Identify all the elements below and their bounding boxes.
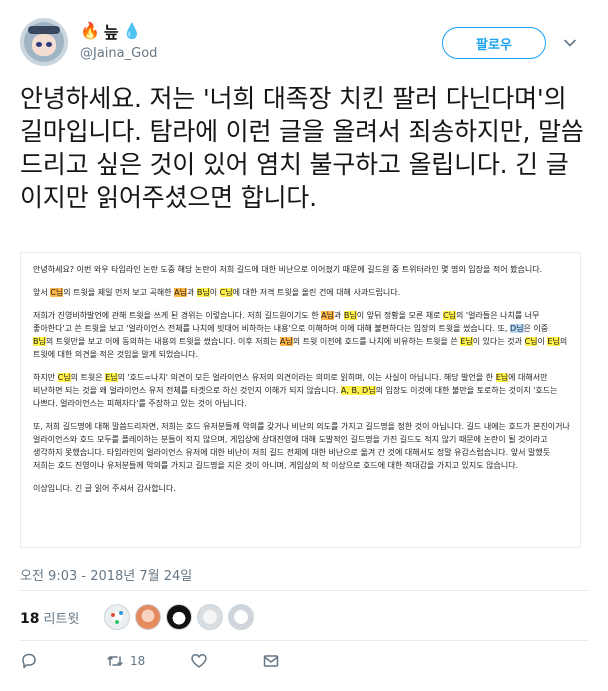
avatar-eye-right [46, 42, 52, 47]
media-paragraph-4: 하지만 C님의 트윗은 E님의 '호드=나치' 의견이 모든 얼라이언스 유저의… [33, 373, 558, 408]
avatar-dot [119, 611, 123, 615]
user-avatar[interactable] [20, 18, 68, 66]
avatar-eye-left [36, 42, 42, 47]
avatar-dot [115, 620, 119, 624]
retweet-icon [107, 656, 123, 666]
media-paragraph-3: 저희가 진영비하발언에 관해 트윗을 쓰게 된 경위는 이렇습니다. 저희 길드… [33, 311, 568, 359]
retweeter-avatars [104, 604, 254, 630]
heart-icon [191, 654, 207, 668]
media-paragraph-2: 앞서 C님의 트윗을 제일 먼저 보고 곡해한 A님과 B님이 C님에 대한 저… [33, 288, 401, 297]
name-row[interactable]: 🔥 늪 💧 [80, 19, 142, 43]
chevron-down-icon[interactable] [563, 36, 577, 50]
avatar-headband [28, 26, 60, 34]
tweet-header: 🔥 늪 💧 @Jaina_God 팔로우 [0, 0, 608, 82]
fire-icon: 🔥 [80, 21, 100, 40]
tweet-timestamp[interactable]: 오전 9:03 - 2018년 7월 24일 [20, 565, 192, 584]
reply-icon [22, 653, 36, 669]
divider-top [20, 590, 588, 591]
media-paragraph-1: 안녕하세요? 이번 와우 타임라인 논란 도중 해당 논란이 저희 길드에 대한… [33, 265, 543, 274]
retweet-count[interactable]: 18 리트윗 [20, 608, 79, 627]
reply-button[interactable] [20, 652, 44, 670]
like-button[interactable] [190, 652, 214, 670]
retweeter-avatar[interactable] [166, 604, 192, 630]
follow-button[interactable]: 팔로우 [442, 27, 546, 59]
media-paragraph-6: 이상입니다. 긴 글 읽어 주셔서 감사합니다. [33, 484, 176, 493]
media-paragraph-5: 또, 저희 길드명에 대해 말씀드리자면, 저희는 호드 유저분들께 악의를 갖… [33, 422, 570, 470]
retweeter-avatar[interactable] [228, 604, 254, 630]
tweet-text: 안녕하세요. 저는 '너희 대족장 치킨 팔러 다닌다며'의 길마입니다. 탐라… [20, 84, 584, 212]
retweeter-avatar[interactable] [135, 604, 161, 630]
retweeter-avatar[interactable] [197, 604, 223, 630]
user-handle[interactable]: @Jaina_God [80, 46, 157, 61]
display-name[interactable]: 늪 [104, 19, 119, 43]
retweet-action-count: 18 [130, 654, 146, 668]
divider-bottom [20, 640, 588, 641]
envelope-icon [263, 655, 279, 667]
avatar-dot [111, 613, 115, 617]
tweet-actions: 18 [20, 652, 580, 676]
direct-message-button[interactable] [262, 652, 280, 670]
retweeter-avatar[interactable] [104, 604, 130, 630]
droplet-icon: 💧 [122, 21, 142, 40]
retweet-button[interactable]: 18 [106, 652, 145, 670]
attached-image[interactable]: 안녕하세요? 이번 와우 타임라인 논란 도중 해당 논란이 저희 길드에 대한… [20, 252, 581, 548]
